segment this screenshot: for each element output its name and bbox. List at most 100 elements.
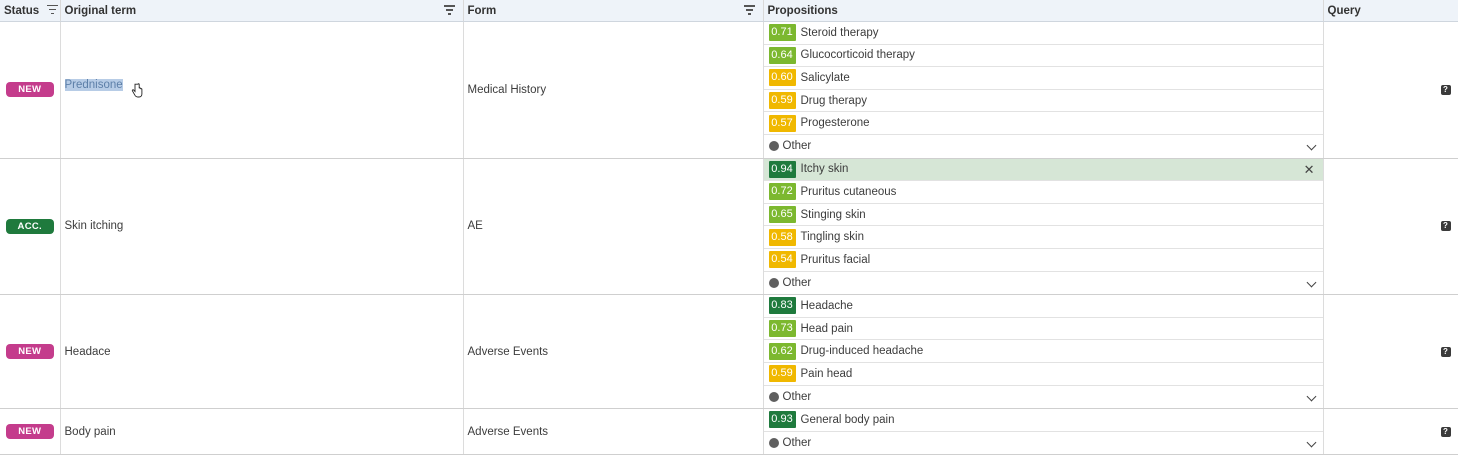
terms-grid: Status Original term Form Propositions Q… [0,0,1458,455]
score-badge: 0.58 [768,228,796,246]
original-term-header-label: Original term [64,4,137,17]
status-cell: NEW [0,408,61,455]
proposition-item[interactable]: 0.71 Steroid therapy [763,22,1323,45]
other-dropdown[interactable]: Other [764,432,1323,455]
query-cell: ? [1323,408,1458,455]
form-text: Adverse Events [467,425,549,438]
table-row[interactable]: NEW Prednisone Medical History 0.71 Steroid … [0,21,1458,159]
proposition-label: Stinging skin [800,208,866,221]
status-cell: NEW [0,21,61,159]
status-header[interactable]: Status [0,0,61,22]
form-cell: AE [463,158,764,296]
score-badge: 0.57 [768,114,796,132]
proposition-label: Pruritus facial [800,253,871,266]
proposition-item[interactable]: 0.94 Itchy skin ✕ [763,158,1323,182]
proposition-label: Pain head [800,367,853,380]
form-header-label: Form [467,4,497,17]
score-badge: 0.65 [768,206,796,224]
filter-icon[interactable] [443,5,455,15]
proposition-label: Tingling skin [800,231,865,244]
question-icon[interactable]: ? [1440,426,1451,437]
score-badge: 0.72 [768,183,796,201]
proposition-label: Itchy skin [800,163,849,176]
original-term-text[interactable]: Prednisone [64,78,123,91]
score-badge: 0.59 [768,365,796,383]
other-dropdown[interactable]: Other [764,386,1323,409]
original-term-cell[interactable]: Body pain [60,408,464,455]
hand-cursor-icon [131,83,143,101]
table-row[interactable]: NEW Headace Adverse Events 0.83 Headache 0.73… [0,294,1458,410]
other-label: Other [782,276,812,289]
question-icon[interactable]: ? [1440,84,1451,95]
query-cell: ? [1323,158,1458,296]
table-row[interactable]: NEW Body pain Adverse Events 0.93 General bo… [0,408,1458,455]
chevron-down-icon[interactable] [1306,140,1316,151]
other-dropdown[interactable]: Other [764,272,1323,295]
circle-icon [768,141,779,152]
close-icon[interactable]: ✕ [1304,162,1315,177]
status-badge[interactable]: NEW [5,344,54,360]
score-badge: 0.94 [768,160,796,178]
chevron-down-icon[interactable] [1306,437,1316,448]
proposition-item[interactable]: 0.65 Stinging skin [763,204,1323,227]
filter-icon[interactable] [743,5,755,15]
chevron-down-icon[interactable] [1306,277,1316,287]
form-header[interactable]: Form [463,0,764,22]
proposition-item[interactable]: 0.57 Progesterone [763,112,1323,135]
proposition-item[interactable]: 0.64 Glucocorticoid therapy [763,45,1323,68]
proposition-label: Progesterone [800,117,870,130]
score-badge: 0.71 [768,24,796,42]
original-term-header[interactable]: Original term [60,0,464,22]
question-icon[interactable]: ? [1440,221,1451,232]
question-icon[interactable]: ? [1440,346,1451,357]
query-header-label: Query [1327,4,1361,17]
score-badge: 0.93 [768,411,796,429]
propositions-header[interactable]: Propositions [763,0,1324,22]
query-header[interactable]: Query [1323,0,1458,22]
form-text: AE [467,220,483,233]
table-row[interactable]: ACC. Skin itching AE 0.94 Itchy skin ✕ 0.72 Pru… [0,158,1458,296]
proposition-label: Glucocorticoid therapy [800,49,915,62]
circle-icon [768,277,779,288]
original-term-text[interactable]: Body pain [65,426,116,438]
query-cell: ? [1323,21,1458,159]
original-term-cell[interactable]: Headace [60,294,464,410]
status-badge[interactable]: NEW [5,82,54,98]
proposition-item[interactable]: 0.59 Drug therapy [763,90,1323,113]
proposition-item[interactable]: 0.62 Drug-induced headache [763,340,1323,363]
circle-icon [768,391,779,402]
proposition-item[interactable]: 0.54 Pruritus facial [763,249,1323,272]
status-badge[interactable]: ACC. [5,218,54,234]
status-badge[interactable]: NEW [5,424,54,440]
original-term-text[interactable]: Headace [65,346,111,358]
proposition-label: Drug therapy [800,94,867,107]
other-dropdown[interactable]: Other [764,135,1323,158]
proposition-item[interactable]: 0.59 Pain head [763,363,1323,386]
form-text: Adverse Events [467,345,549,358]
form-cell: Adverse Events [463,408,764,455]
other-label: Other [782,436,812,449]
proposition-item[interactable]: 0.72 Pruritus cutaneous [763,181,1323,204]
query-cell: ? [1323,294,1458,410]
proposition-label: Head pain [800,322,853,335]
filter-icon[interactable] [47,4,59,15]
proposition-item[interactable]: 0.60 Salicylate [763,67,1323,90]
propositions-cell: 0.71 Steroid therapy 0.64 Glucocorticoid th… [763,21,1324,159]
proposition-item[interactable]: 0.83 Headache [763,295,1323,318]
circle-icon [768,437,779,448]
score-badge: 0.60 [768,69,796,87]
score-badge: 0.64 [768,46,796,64]
other-label: Other [782,390,812,403]
proposition-label: General body pain [800,413,895,426]
original-term-text[interactable]: Skin itching [65,220,124,232]
status-header-label: Status [4,4,40,17]
original-term-cell[interactable]: Prednisone [60,21,464,159]
proposition-item[interactable]: 0.58 Tingling skin [763,226,1323,249]
chevron-down-icon[interactable] [1306,391,1316,401]
original-term-cell[interactable]: Skin itching [60,158,464,296]
status-cell: NEW [0,294,61,410]
proposition-item[interactable]: 0.93 General body pain [763,409,1323,432]
score-badge: 0.54 [768,251,796,269]
proposition-label: Headache [800,299,853,312]
proposition-item[interactable]: 0.73 Head pain [763,318,1323,341]
